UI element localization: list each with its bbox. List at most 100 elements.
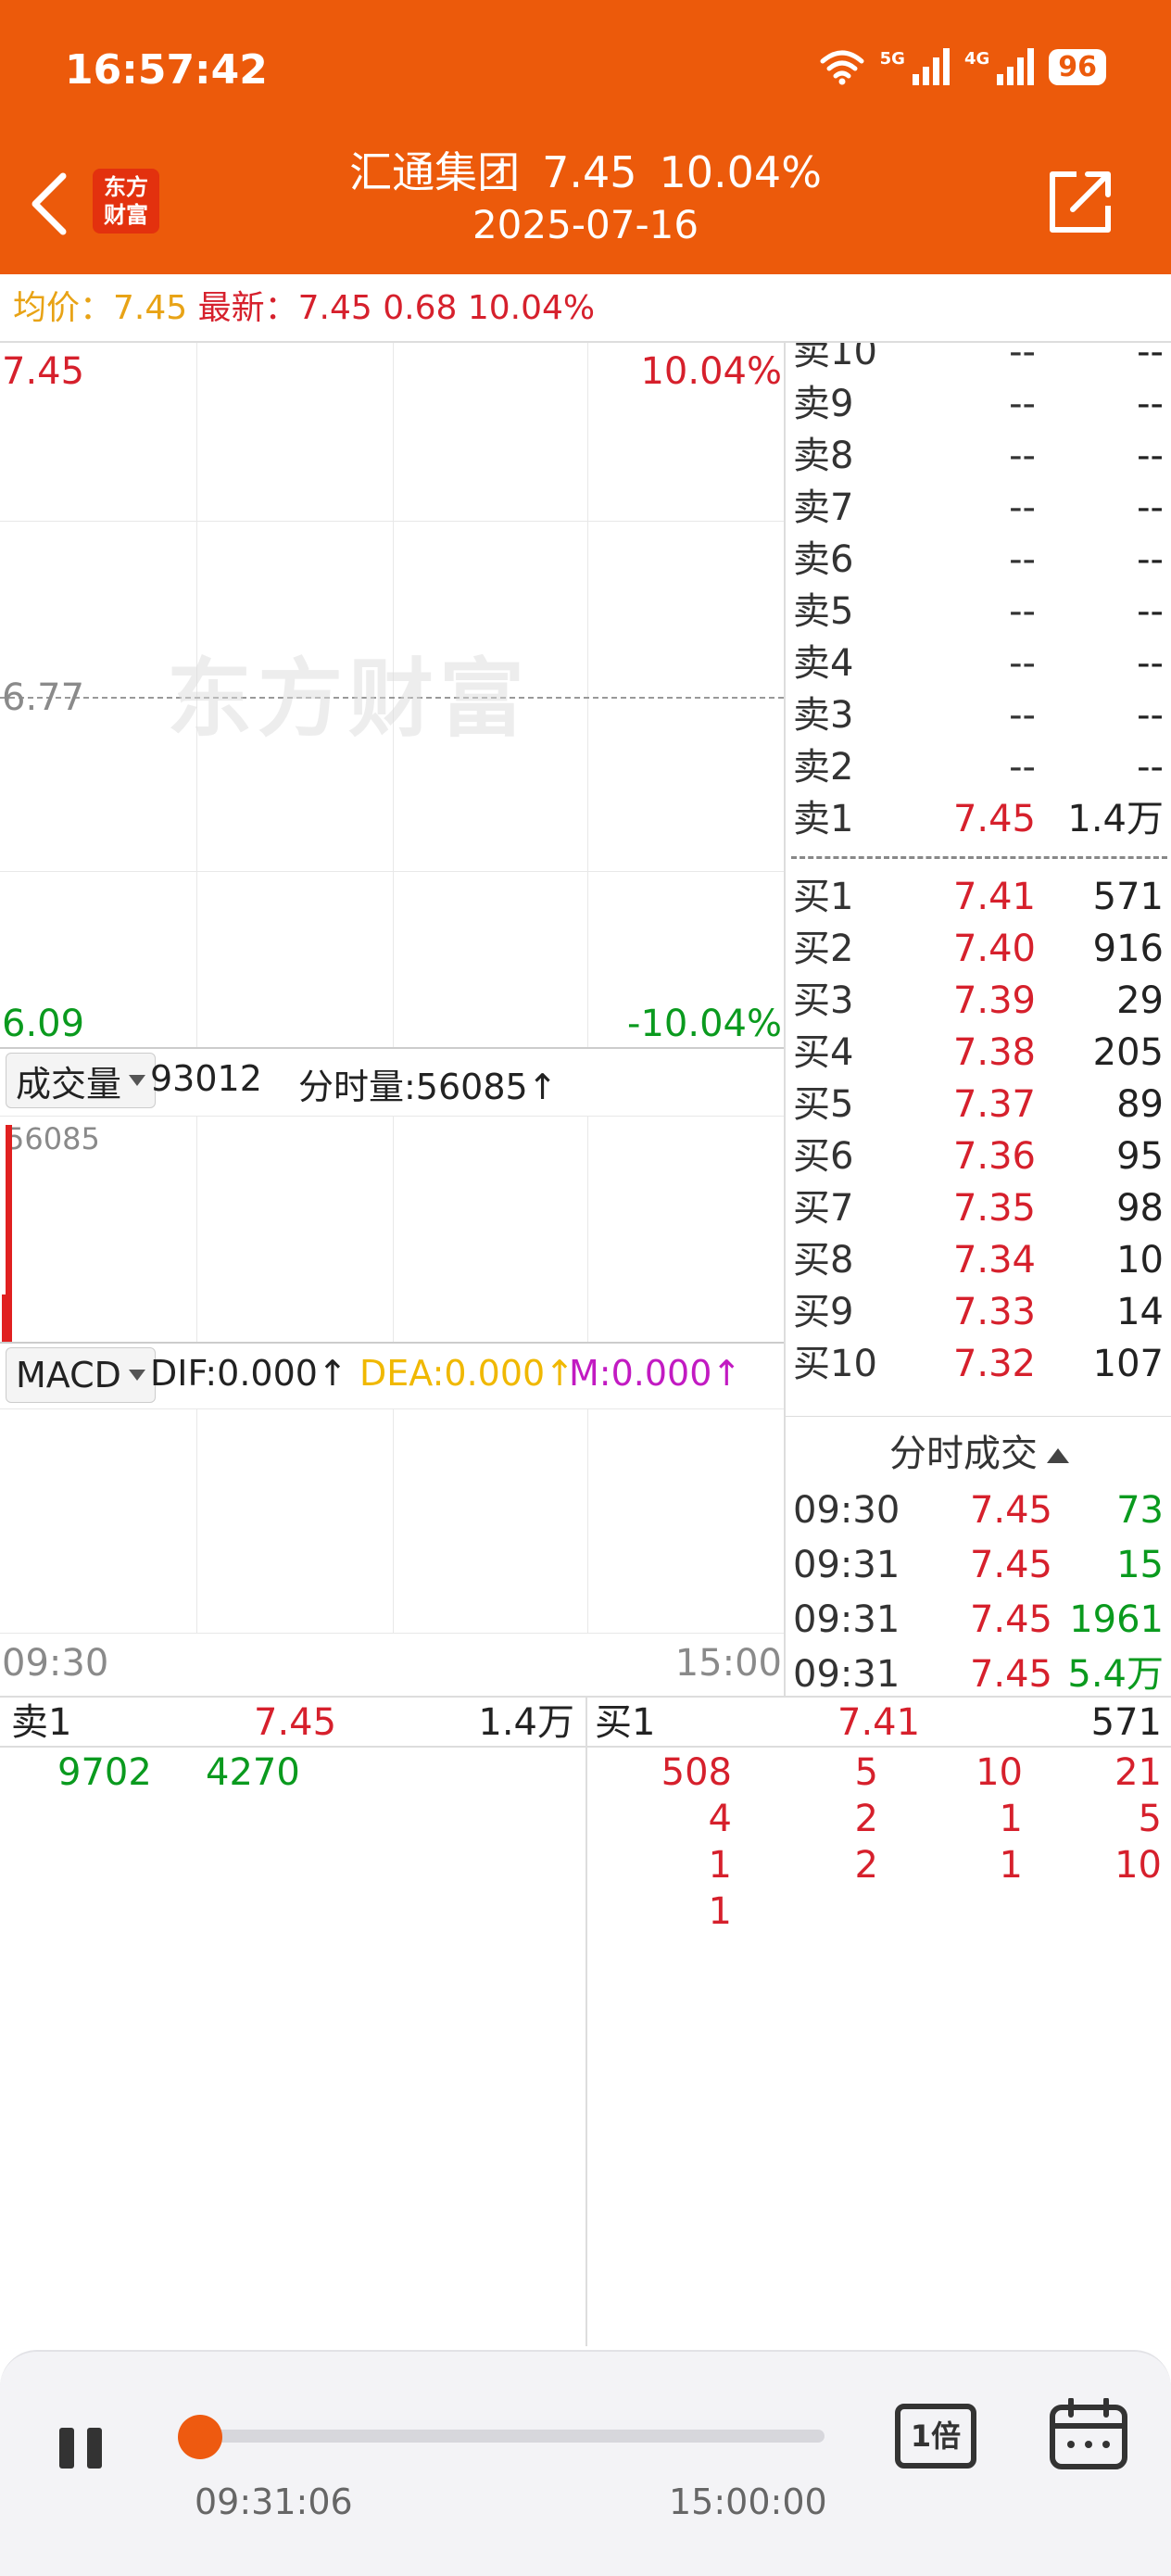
order-book-row[interactable]: 买3 7.39 29 [786, 975, 1171, 1027]
level-volume: -- [1137, 435, 1164, 477]
buy-queue-item: 10 [1114, 1844, 1162, 1887]
order-book-row[interactable]: 卖8 -- -- [786, 430, 1171, 482]
tick-time: 09:30 [793, 1489, 900, 1532]
buy-queue-item: 1 [708, 1890, 732, 1933]
level-price: -- [1009, 343, 1036, 373]
volume-max-label: 56085 [6, 1121, 100, 1156]
buy-queue-item: 5 [854, 1751, 878, 1794]
order-book-row[interactable]: 卖6 -- -- [786, 534, 1171, 586]
level-name: 买9 [793, 1291, 854, 1333]
tick-row: 09:31 7.45 1961 [786, 1594, 1171, 1646]
buy-queue-item: 1 [999, 1798, 1023, 1840]
macd-indicator-select[interactable]: MACD [6, 1347, 156, 1403]
sell-queue-item: 9702 [57, 1751, 152, 1794]
current-time: 09:31:06 [195, 2481, 353, 2522]
level-volume: -- [1137, 642, 1164, 685]
latest-label: 最新： [197, 289, 298, 327]
volume-bar [2, 1294, 6, 1342]
grid-line [393, 1116, 394, 1342]
level-name: 卖5 [793, 590, 854, 633]
level-volume: 107 [1092, 1343, 1164, 1385]
tick-price: 7.45 [969, 1598, 1052, 1641]
buy-queue-item: 21 [1114, 1751, 1162, 1794]
order-book-row[interactable]: 卖1 7.45 1.4万 [786, 793, 1171, 845]
stock-name: 汇通集团 [349, 147, 521, 197]
level-name: 买4 [793, 1031, 854, 1074]
level-volume: 1.4万 [1067, 798, 1164, 840]
order-book-row[interactable]: 买9 7.33 14 [786, 1286, 1171, 1338]
order-book-row[interactable]: 卖10 -- -- [786, 343, 1171, 378]
order-book-row[interactable]: 卖2 -- -- [786, 741, 1171, 793]
level-name: 卖8 [793, 435, 854, 477]
minute-volume: 分时量:56085↑ [298, 1067, 558, 1107]
level-name: 买10 [793, 1343, 877, 1385]
level-volume: 10 [1116, 1239, 1164, 1282]
order-book-row[interactable]: 卖7 -- -- [786, 482, 1171, 534]
level-price: 7.35 [952, 1187, 1036, 1230]
level-price: -- [1009, 694, 1036, 737]
share-icon[interactable] [1045, 167, 1115, 237]
ticks-header[interactable]: 分时成交 [786, 1423, 1171, 1477]
progress-thumb[interactable] [178, 2415, 222, 2459]
pause-icon[interactable] [57, 2428, 106, 2469]
order-book-row[interactable]: 买6 7.36 95 [786, 1130, 1171, 1182]
level-price: 7.34 [952, 1239, 1036, 1282]
order-book-row[interactable]: 卖3 -- -- [786, 689, 1171, 741]
avg-label: 均价： [13, 289, 114, 327]
wifi-icon [820, 50, 864, 85]
level-name: 卖9 [793, 383, 854, 425]
level-price: -- [1009, 642, 1036, 685]
order-book-row[interactable]: 买5 7.37 89 [786, 1079, 1171, 1130]
grid-line [0, 1408, 784, 1409]
level-volume: 205 [1092, 1031, 1164, 1074]
end-time: 15:00:00 [669, 2481, 827, 2522]
order-book-row[interactable]: 买10 7.32 107 [786, 1338, 1171, 1390]
order-book-row[interactable]: 卖5 -- -- [786, 586, 1171, 638]
order-book-row[interactable]: 买4 7.38 205 [786, 1027, 1171, 1079]
progress-track[interactable] [185, 2430, 825, 2443]
level-volume: 571 [1092, 876, 1164, 918]
tick-time: 09:31 [793, 1653, 900, 1696]
intraday-chart[interactable]: 东方财富 7.45 10.04% 6.77 6.09 -10.04% 成交量 9… [0, 343, 784, 1696]
level-name: 卖7 [793, 486, 854, 529]
tick-time: 09:31 [793, 1598, 900, 1641]
sort-up-icon [1047, 1448, 1069, 1463]
signal-4g-icon [997, 48, 1035, 85]
chevron-down-icon [128, 1370, 145, 1381]
tick-price: 7.45 [969, 1653, 1052, 1696]
level-price: 7.41 [952, 876, 1036, 918]
buy-queue-item: 4 [708, 1798, 732, 1840]
macd-dea: DEA:0.000↑ [359, 1353, 575, 1394]
level-name: 买7 [793, 1187, 854, 1230]
level-name: 买5 [793, 1083, 854, 1126]
order-book-row[interactable]: 买7 7.35 98 [786, 1182, 1171, 1234]
level-price: 7.33 [952, 1291, 1036, 1333]
grid-line [0, 1633, 784, 1634]
stock-price: 7.45 [542, 147, 637, 197]
tick-row: 09:31 7.45 5.4万 [786, 1648, 1171, 1696]
level-price: 7.36 [952, 1135, 1036, 1178]
level-price: 7.40 [952, 928, 1036, 970]
volume-indicator-select[interactable]: 成交量 [6, 1053, 157, 1108]
high-price-label: 7.45 [2, 350, 85, 393]
volume-bar [6, 1125, 12, 1342]
book-divider [791, 856, 1167, 859]
tick-time: 09:31 [793, 1544, 900, 1586]
buy-queue-header: 买1 7.41 571 [587, 1698, 1171, 1748]
level-name: 卖3 [793, 694, 854, 737]
level-volume: -- [1137, 538, 1164, 581]
level-volume: -- [1137, 694, 1164, 737]
order-book-row[interactable]: 买8 7.34 10 [786, 1234, 1171, 1286]
level-volume: -- [1137, 383, 1164, 425]
order-book-row[interactable]: 买2 7.40 916 [786, 923, 1171, 975]
high-pct-label: 10.04% [640, 350, 782, 393]
buy-queue-item: 2 [854, 1798, 878, 1840]
trade-date[interactable]: 2025-07-16 [0, 202, 1171, 247]
order-book-row[interactable]: 卖4 -- -- [786, 638, 1171, 689]
level-volume: -- [1137, 746, 1164, 789]
order-book-row[interactable]: 卖9 -- -- [786, 378, 1171, 430]
speed-button[interactable]: 1倍 [895, 2404, 976, 2469]
order-book-row[interactable]: 买1 7.41 571 [786, 871, 1171, 923]
calendar-icon[interactable] [1049, 2398, 1128, 2470]
grid-line [0, 871, 784, 872]
